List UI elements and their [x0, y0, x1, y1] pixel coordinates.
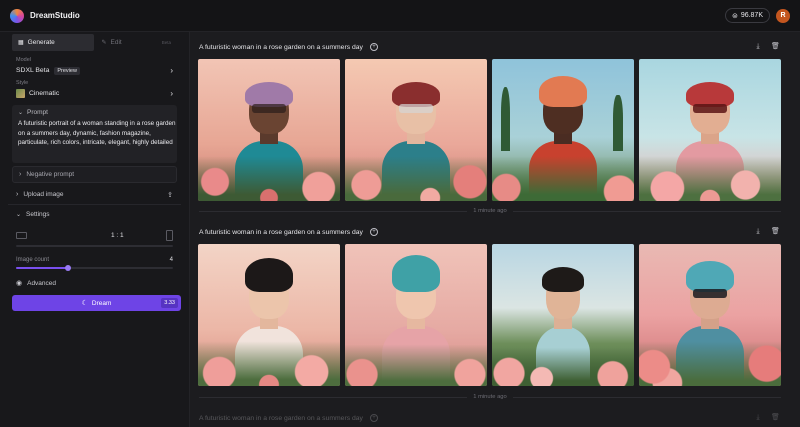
- divider: [512, 210, 781, 212]
- generated-image[interactable]: [639, 59, 781, 201]
- prompt-header[interactable]: ⌄ Prompt: [18, 109, 171, 116]
- generated-image[interactable]: [639, 244, 781, 386]
- divider: [199, 210, 468, 212]
- download-icon[interactable]: ⤓: [754, 414, 762, 422]
- download-icon[interactable]: ⤓: [754, 43, 762, 51]
- generated-image[interactable]: [492, 244, 634, 386]
- image-count-row: Image count 4: [16, 257, 173, 263]
- generation-header: A futuristic woman in a rose garden on a…: [199, 40, 780, 54]
- chevron-down-icon: ⌄: [16, 212, 22, 218]
- prompt-input[interactable]: A futuristic portrait of a woman standin…: [18, 119, 178, 148]
- plus-circle-icon[interactable]: +: [369, 43, 378, 51]
- plus-circle-icon[interactable]: +: [369, 228, 378, 236]
- image-count-label: Image count: [16, 257, 50, 263]
- tab-edit[interactable]: ✎ Edit Beta: [96, 34, 178, 51]
- generation-feed: A futuristic woman in a rose garden on a…: [190, 32, 800, 427]
- aspect-ratio-value: 1 : 1: [111, 231, 124, 239]
- credits-value: 96.87K: [740, 12, 763, 19]
- style-label: Style: [16, 80, 29, 86]
- plus-circle-icon[interactable]: +: [369, 414, 378, 422]
- chevron-right-icon: ›: [170, 89, 173, 98]
- generation-timestamp: 1 minute ago: [199, 207, 781, 215]
- divider: [8, 204, 181, 205]
- negative-prompt-toggle[interactable]: › Negative prompt: [12, 166, 177, 183]
- dreamstudio-logo-icon[interactable]: [10, 8, 24, 23]
- chevron-right-icon: ›: [170, 66, 173, 75]
- generated-image[interactable]: [345, 59, 487, 201]
- dream-icon: ☾: [81, 300, 88, 307]
- timestamp-text: 1 minute ago: [473, 208, 507, 214]
- prompt-label: Prompt: [27, 109, 48, 116]
- settings-toggle[interactable]: ⌄ Settings: [12, 207, 177, 222]
- generation-actions: ⤓ 🗑: [754, 414, 779, 422]
- trash-icon[interactable]: 🗑: [771, 43, 780, 51]
- tab-generate-label: Generate: [27, 39, 55, 46]
- generation-prompt: A futuristic woman in a rose garden on a…: [199, 414, 363, 422]
- generated-image[interactable]: [198, 244, 340, 386]
- upload-icon[interactable]: ⇪: [167, 191, 173, 199]
- chevron-down-icon: ⌄: [18, 110, 24, 116]
- style-select[interactable]: Cinematic ›: [16, 88, 173, 99]
- portrait-icon[interactable]: [166, 229, 173, 241]
- generation-actions: ⤓ 🗑: [754, 228, 779, 236]
- eye-icon: ◉: [16, 280, 23, 287]
- credits-badge[interactable]: ⊜ 96.87K: [724, 8, 770, 23]
- trash-icon[interactable]: 🗑: [771, 228, 780, 236]
- advanced-label: Advanced: [27, 279, 57, 287]
- top-bar: DreamStudio ⊜ 96.87K R: [0, 0, 800, 32]
- chevron-right-icon: ›: [16, 191, 19, 198]
- model-select[interactable]: SDXL Beta Preview ›: [16, 65, 173, 76]
- edit-beta-hint: Beta: [161, 40, 171, 45]
- download-icon[interactable]: ⤓: [754, 228, 762, 236]
- divider: [199, 396, 468, 398]
- image-count-slider-handle[interactable]: [64, 265, 71, 271]
- model-label: Model: [16, 57, 31, 63]
- sidebar: ▦ Generate ✎ Edit Beta Model SDXL Beta P…: [0, 32, 190, 427]
- generate-icon: ▦: [18, 40, 24, 46]
- dream-button[interactable]: ☾ Dream 3.33: [12, 295, 181, 311]
- preview-badge: Preview: [54, 66, 80, 75]
- model-value: SDXL Beta: [16, 67, 50, 74]
- generation-actions: ⤓ 🗑: [754, 43, 779, 51]
- advanced-toggle[interactable]: ◉ Advanced: [16, 277, 173, 289]
- chevron-right-icon: ›: [19, 171, 22, 178]
- dreamstudio-app: DreamStudio ⊜ 96.87K R ▦ Generate ✎ Edit…: [0, 0, 800, 427]
- dream-cost-badge: 3.33: [161, 298, 178, 308]
- generation-timestamp: 1 minute ago: [199, 393, 781, 401]
- image-count-value: 4: [169, 257, 173, 263]
- app-title: DreamStudio: [30, 11, 80, 20]
- generation-prompt: A futuristic woman in a rose garden on a…: [199, 43, 363, 51]
- image-count-slider[interactable]: [16, 265, 173, 271]
- trash-icon[interactable]: 🗑: [771, 414, 780, 422]
- negative-prompt-label: Negative prompt: [26, 171, 75, 178]
- prompt-box[interactable]: ⌄ Prompt A futuristic portrait of a woma…: [12, 105, 177, 163]
- style-value: Cinematic: [29, 90, 60, 97]
- aspect-ratio-slider[interactable]: [16, 245, 173, 247]
- mode-tabs: ▦ Generate ✎ Edit Beta: [12, 34, 177, 51]
- edit-icon: ✎: [101, 40, 107, 46]
- divider: [512, 396, 781, 398]
- top-right-controls: ⊜ 96.87K R: [724, 8, 790, 23]
- avatar[interactable]: R: [776, 8, 790, 23]
- generation-header: A futuristic woman in a rose garden on a…: [199, 225, 780, 239]
- image-count-slider-fill: [16, 267, 68, 269]
- style-thumbnail: [16, 89, 25, 98]
- image-row: [198, 244, 782, 386]
- generation-prompt: A futuristic woman in a rose garden on a…: [199, 228, 363, 236]
- aspect-ratio-row[interactable]: 1 : 1: [16, 228, 173, 242]
- coins-icon: ⊜: [731, 12, 738, 20]
- generated-image[interactable]: [492, 59, 634, 201]
- landscape-icon[interactable]: [16, 231, 27, 239]
- upload-image-row[interactable]: › Upload image ⇪: [12, 187, 177, 202]
- generated-image[interactable]: [345, 244, 487, 386]
- dream-label: Dream: [91, 299, 112, 307]
- image-row: [198, 59, 782, 201]
- tab-edit-label: Edit: [110, 39, 122, 46]
- settings-label: Settings: [26, 211, 50, 218]
- upload-image-label: Upload image: [23, 191, 64, 198]
- generation-header: A futuristic woman in a rose garden on a…: [199, 411, 780, 425]
- timestamp-text: 1 minute ago: [473, 394, 507, 400]
- tab-generate[interactable]: ▦ Generate: [12, 34, 94, 51]
- generated-image[interactable]: [198, 59, 340, 201]
